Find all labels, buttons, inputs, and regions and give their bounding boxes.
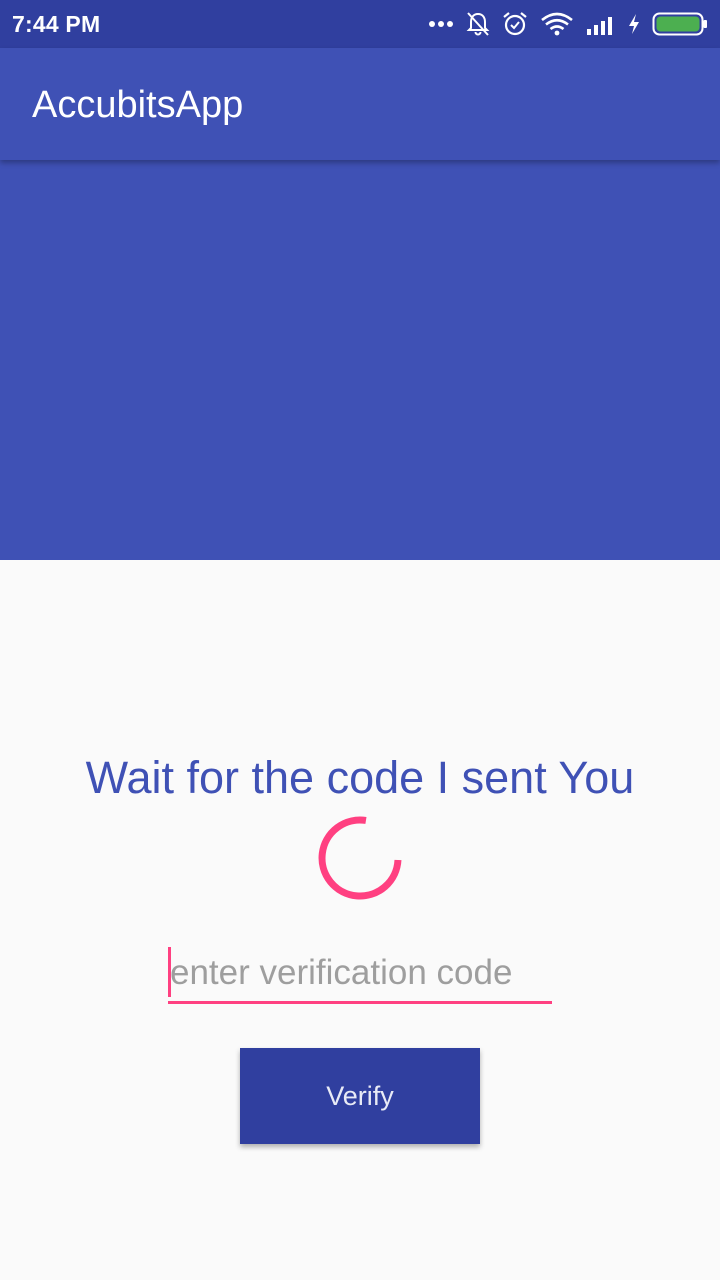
wait-message: Wait for the code I sent You bbox=[85, 752, 635, 803]
app-bar: AccubitsApp bbox=[0, 48, 720, 160]
alarm-icon bbox=[503, 12, 527, 36]
verification-code-input[interactable] bbox=[168, 946, 552, 1000]
loading-spinner-icon bbox=[318, 816, 402, 900]
verify-button[interactable]: Verify bbox=[240, 1048, 480, 1144]
status-time: 7:44 PM bbox=[12, 11, 101, 37]
status-icons bbox=[428, 8, 708, 40]
app-title: AccubitsApp bbox=[32, 84, 244, 126]
text-cursor bbox=[168, 947, 171, 997]
charging-icon bbox=[629, 14, 639, 34]
status-bar: 7:44 PM bbox=[0, 0, 720, 48]
notifications-off-icon bbox=[466, 12, 490, 36]
header-banner bbox=[0, 160, 720, 560]
signal-icon bbox=[587, 17, 612, 35]
wifi-icon bbox=[541, 12, 573, 36]
verification-code-field[interactable] bbox=[168, 944, 552, 1004]
battery-icon bbox=[652, 12, 707, 36]
more-dots-icon bbox=[429, 21, 453, 27]
